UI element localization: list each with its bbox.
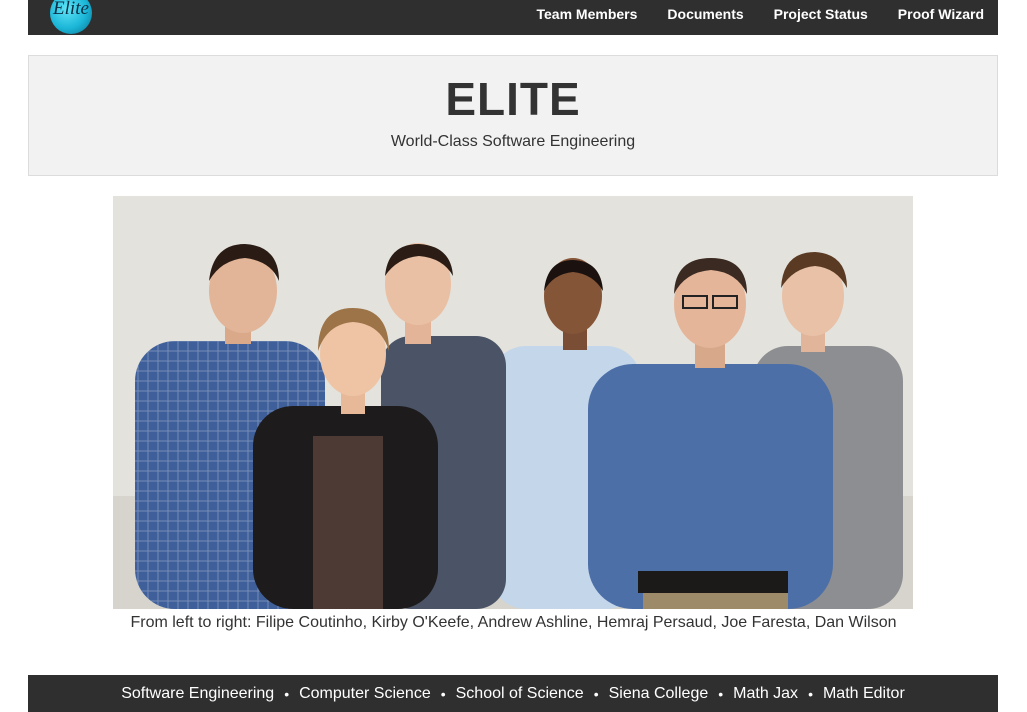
footer-link-computer-science[interactable]: Computer Science: [299, 685, 431, 703]
nav-link-documents[interactable]: Documents: [667, 6, 743, 22]
nav-link-project-status[interactable]: Project Status: [774, 6, 868, 22]
team-photo: [113, 196, 913, 609]
footer-link-siena-college[interactable]: Siena College: [609, 685, 709, 703]
footer-link-school-of-science[interactable]: School of Science: [456, 685, 584, 703]
logo-text: Elite: [53, 0, 89, 19]
page-title: ELITE: [445, 73, 581, 125]
footer-link-math-editor[interactable]: Math Editor: [823, 685, 905, 703]
header-jumbotron: ELITE World-Class Software Engineering: [28, 55, 998, 176]
elite-logo[interactable]: Elite: [50, 0, 92, 34]
team-photo-illustration: [113, 196, 913, 609]
nav-link-proof-wizard[interactable]: Proof Wizard: [898, 6, 984, 22]
nav-link-team-members[interactable]: Team Members: [537, 6, 638, 22]
footer-separator: •: [808, 685, 813, 702]
footer-link-math-jax[interactable]: Math Jax: [733, 685, 798, 703]
nav-links: Team Members Documents Project Status Pr…: [507, 0, 985, 27]
footer-separator: •: [718, 685, 724, 702]
photo-caption: From left to right: Filipe Coutinho, Kir…: [130, 614, 897, 631]
top-navbar: Elite Team Members Documents Project Sta…: [28, 0, 998, 35]
footer-separator: •: [284, 685, 290, 702]
footer-links-bar: Software Engineering • Computer Science …: [28, 675, 998, 712]
footer-link-software-engineering[interactable]: Software Engineering: [121, 685, 274, 703]
footer-separator: •: [440, 685, 446, 702]
footer-separator: •: [593, 685, 599, 702]
page-tagline: World-Class Software Engineering: [390, 133, 636, 150]
